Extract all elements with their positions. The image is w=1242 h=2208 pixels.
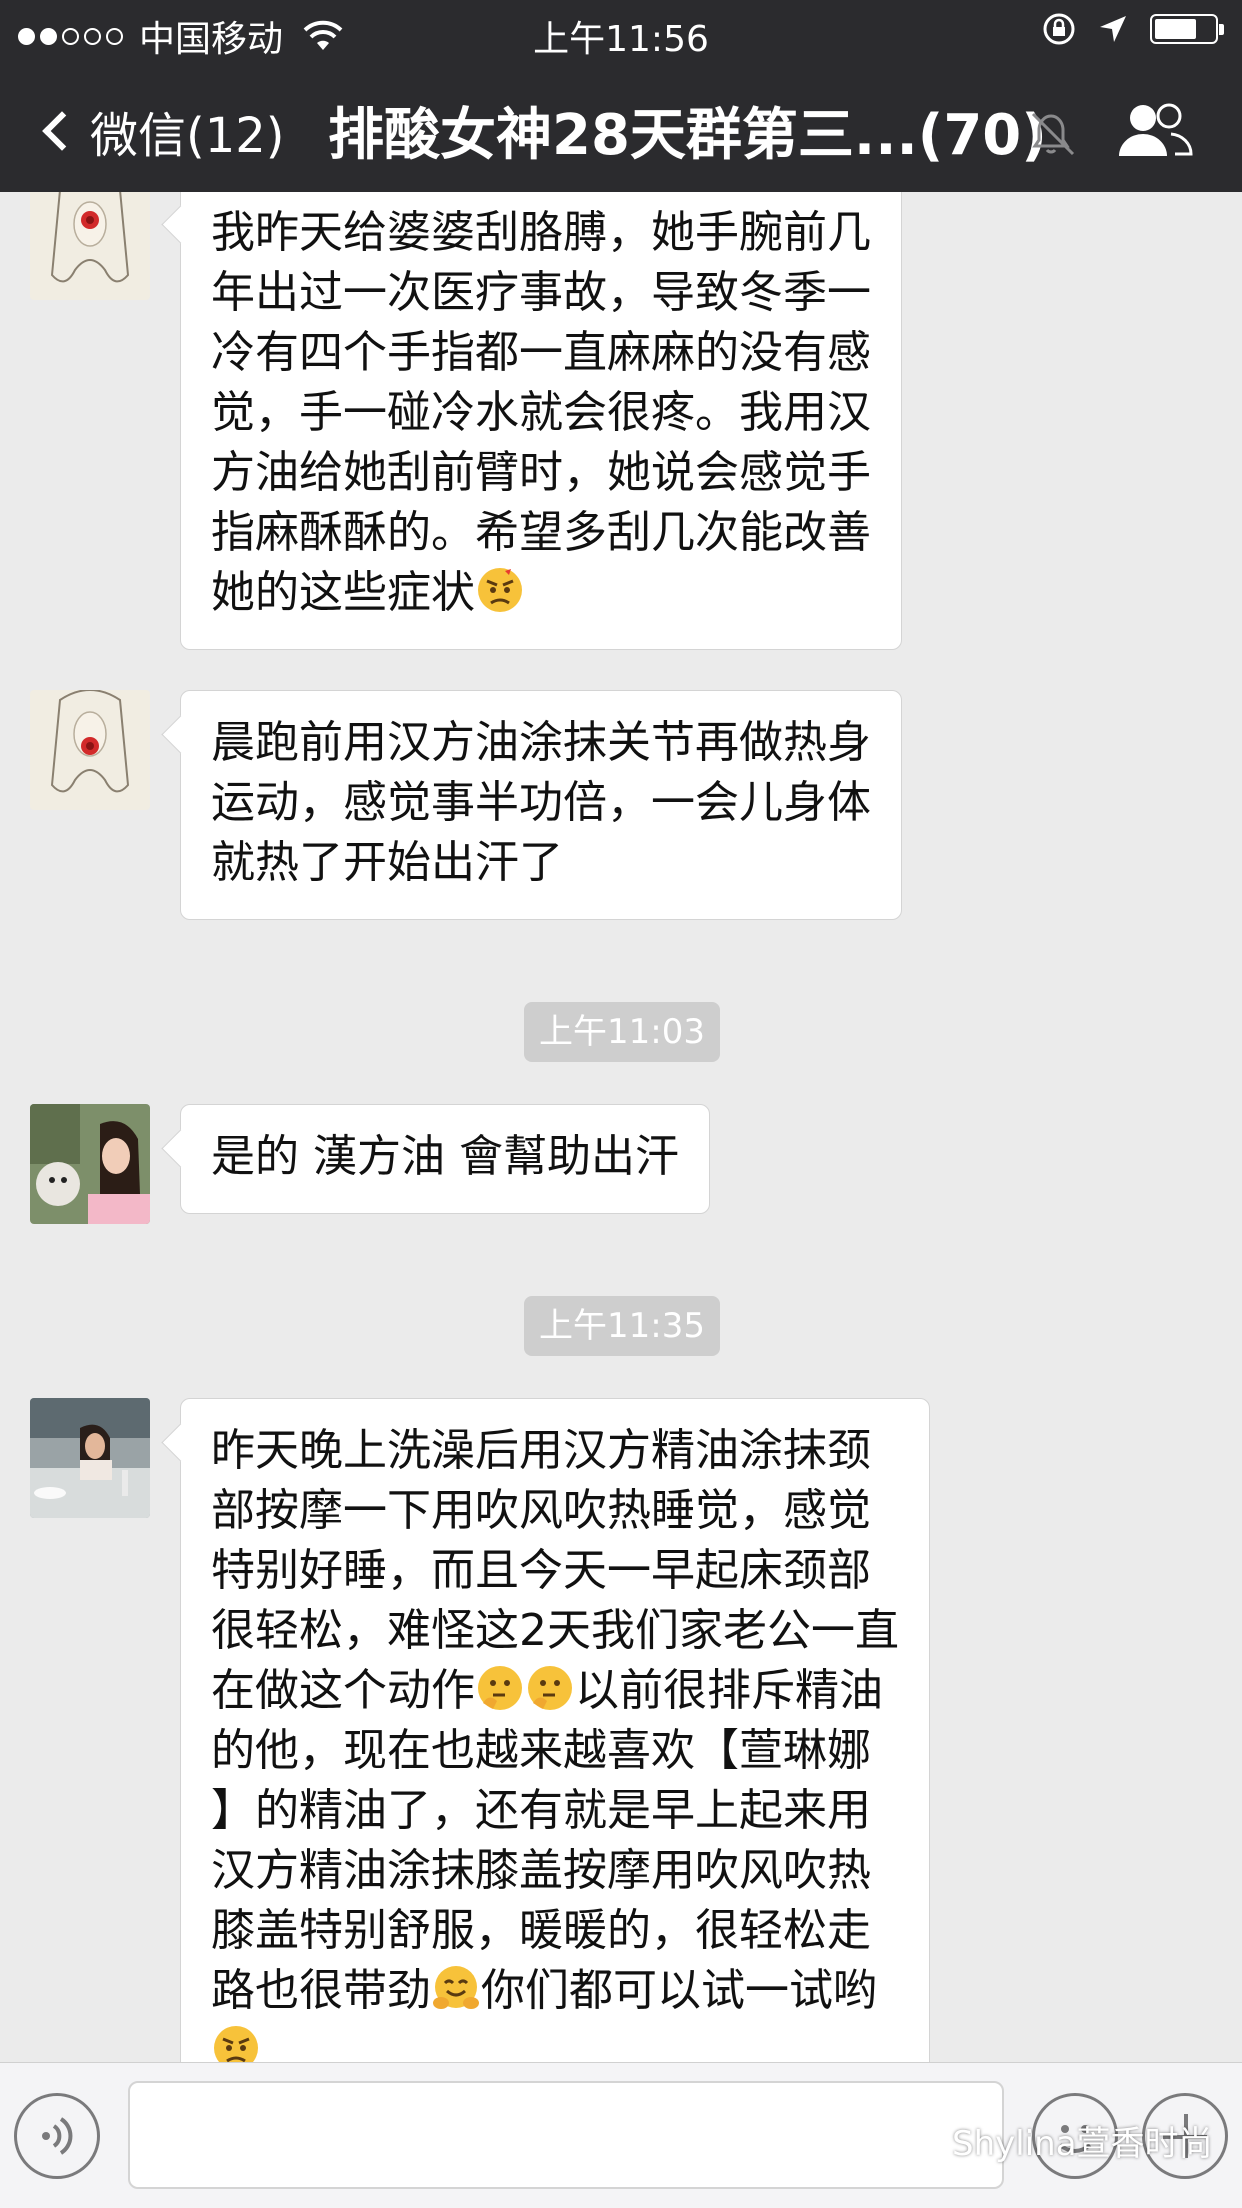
message-line: 觉，手一碰冷水就会很疼。我用汉 [211, 387, 871, 438]
angry-face-emoji-icon [214, 2026, 258, 2062]
message-line: 很轻松，难怪这2天我们家老公一直 [211, 1605, 899, 1656]
chat-area[interactable]: 我昨天给婆婆刮胳膊，她手腕前几 年出过一次医疗事故，导致冬季一 冷有四个手指都一… [0, 192, 1242, 2062]
message-line: 就热了开始出汗了 [211, 837, 563, 888]
message-text: 她的这些症状 [211, 567, 475, 618]
message-line: 是的 漢方油 會幫助出汗 [211, 1131, 679, 1182]
chat-title: 排酸女神28天群第三...(70) [328, 103, 1047, 168]
avatar[interactable] [30, 192, 150, 300]
message-line: 运动，感觉事半功倍，一会儿身体 [211, 777, 871, 828]
status-bar: 中国移动 上午11:56 [0, 0, 1242, 62]
avatar[interactable] [30, 1398, 150, 1518]
message-line: 指麻酥酥的。希望多刮几次能改善 [211, 507, 871, 558]
message-bubble[interactable]: 是的 漢方油 會幫助出汗 [180, 1104, 710, 1214]
watermark-text: Shylina萱香时尚 [952, 2124, 1213, 2164]
wechat-logo-icon [904, 2125, 943, 2155]
rotation-lock-icon [1043, 13, 1075, 45]
message-text: 在做这个动作 [211, 1665, 475, 1716]
group-members-icon[interactable] [1115, 98, 1195, 162]
status-bar-right [1042, 12, 1224, 46]
message-line: 特别好睡，而且今天一早起床颈部 [211, 1545, 871, 1596]
nav-bar: 微信(12) 排酸女神28天群第三...(70) [0, 62, 1242, 192]
watermark: Shylina萱香时尚 [904, 2116, 1213, 2165]
hugging-face-emoji-icon [433, 1966, 479, 2009]
thinking-face-emoji-icon [528, 1666, 572, 1710]
message-bubble[interactable]: 昨天晚上洗澡后用汉方精油涂抹颈 部按摩一下用吹风吹热睡觉，感觉 特别好睡，而且今… [180, 1398, 930, 2062]
message-text: 以前很排斥精油 [575, 1665, 883, 1716]
voice-icon [42, 2117, 73, 2155]
avatar[interactable] [30, 690, 150, 810]
message-line [211, 2021, 899, 2062]
avatar-image [30, 690, 150, 810]
voice-button[interactable] [14, 2093, 100, 2179]
message-line: 晨跑前用汉方油涂抹关节再做热身 [211, 717, 871, 768]
back-button[interactable]: 微信(12) [38, 96, 285, 166]
message-input[interactable] [128, 2081, 1004, 2189]
message-line: 膝盖特别舒服，暖暖的，很轻松走 [211, 1905, 871, 1956]
message-line: 年出过一次医疗事故，导致冬季一 [211, 267, 871, 318]
message-bubble[interactable]: 晨跑前用汉方油涂抹关节再做热身 运动，感觉事半功倍，一会儿身体 就热了开始出汗了 [180, 690, 902, 920]
message-line: 】的精油了，还有就是早上起来用 [211, 1785, 871, 1836]
message-text: 路也很带劲 [211, 1965, 431, 2016]
battery-icon [1150, 14, 1224, 44]
message-timestamp: 上午11:35 [524, 1296, 720, 1356]
thinking-face-emoji-icon [478, 1666, 522, 1710]
avatar-image [30, 1104, 150, 1224]
message-line: 的他，现在也越来越喜欢【萱琳娜 [211, 1725, 871, 1776]
message-line: 部按摩一下用吹风吹热睡觉，感觉 [211, 1485, 871, 1536]
message-timestamp: 上午11:03 [524, 1002, 720, 1062]
mute-icon [1031, 112, 1075, 156]
back-chevron-icon [42, 111, 82, 151]
location-icon [1100, 16, 1126, 42]
message-line: 昨天晚上洗澡后用汉方精油涂抹颈 [211, 1425, 871, 1476]
message-line: 我昨天给婆婆刮胳膊，她手腕前几 [211, 207, 871, 258]
message-line: 路也很带劲 你们都可以试一试哟 [211, 1961, 899, 2021]
message-line: 汉方精油涂抹膝盖按摩用吹风吹热 [211, 1845, 871, 1896]
message-line: 在做这个动作 以前很排斥精油 [211, 1661, 899, 1721]
message-line: 冷有四个手指都一直麻麻的没有感 [211, 327, 871, 378]
avatar-image [30, 1398, 150, 1518]
message-text: 你们都可以试一试哟 [481, 1965, 877, 2016]
message-bubble[interactable]: 我昨天给婆婆刮胳膊，她手腕前几 年出过一次医疗事故，导致冬季一 冷有四个手指都一… [180, 192, 902, 650]
avatar[interactable] [30, 1104, 150, 1224]
back-label: 微信(12) [90, 108, 285, 164]
message-line: 方油给她刮前臂时，她说会感觉手 [211, 447, 871, 498]
message-line: 她的这些症状 [211, 563, 871, 623]
avatar-image [30, 192, 150, 300]
angry-face-emoji-icon [478, 568, 522, 612]
